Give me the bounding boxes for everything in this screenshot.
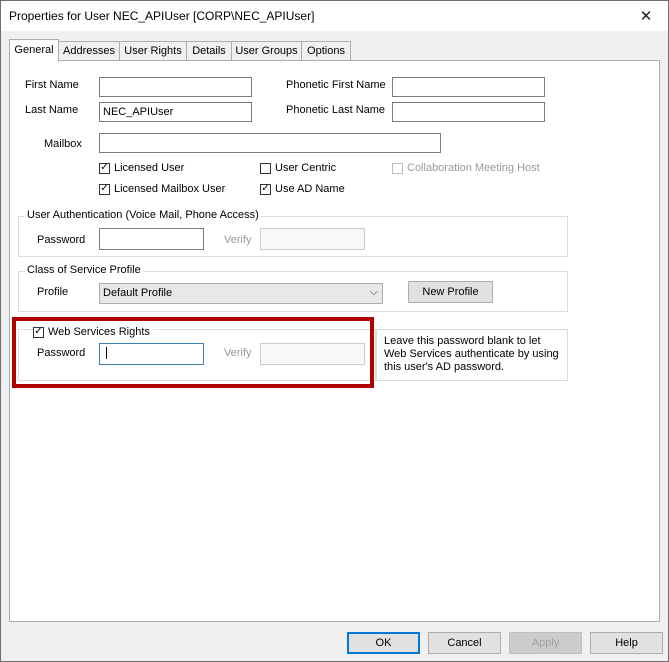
mailbox-field[interactable] bbox=[99, 133, 441, 153]
ok-button[interactable]: OK bbox=[347, 632, 420, 654]
class-of-service-title: Class of Service Profile bbox=[25, 264, 143, 276]
first-name-label: First Name bbox=[25, 79, 79, 91]
tab-general[interactable]: General bbox=[9, 39, 59, 62]
check-icon: ✓ bbox=[99, 183, 110, 195]
text-caret bbox=[106, 347, 107, 360]
licensed-mailbox-user-label: Licensed Mailbox User bbox=[114, 183, 226, 195]
licensed-mailbox-user-checkbox[interactable]: ✓ Licensed Mailbox User bbox=[99, 183, 225, 195]
web-services-password-field[interactable] bbox=[99, 343, 204, 365]
web-services-rights-checkbox[interactable]: ✓ Web Services Rights bbox=[33, 326, 153, 338]
title-bar: Properties for User NEC_APIUser [CORP\NE… bbox=[1, 1, 668, 31]
check-icon: ✓ bbox=[99, 162, 110, 174]
web-services-note: Leave this password blank to let Web Ser… bbox=[376, 329, 568, 381]
tab-options[interactable]: Options bbox=[301, 41, 351, 60]
user-centric-checkbox[interactable]: User Centric bbox=[260, 162, 336, 174]
close-icon[interactable]: ✕ bbox=[624, 1, 668, 31]
last-name-field[interactable]: NEC_APIUser bbox=[99, 102, 252, 122]
cancel-button[interactable]: Cancel bbox=[428, 632, 501, 654]
user-auth-password-field[interactable] bbox=[99, 228, 204, 250]
web-services-password-label: Password bbox=[37, 347, 86, 359]
mailbox-label: Mailbox bbox=[44, 138, 82, 150]
check-icon: ✓ bbox=[33, 326, 44, 338]
tab-user-groups[interactable]: User Groups bbox=[231, 41, 302, 60]
phonetic-first-name-field[interactable] bbox=[392, 77, 545, 97]
tab-details[interactable]: Details bbox=[186, 41, 232, 60]
general-panel: First Name Phonetic First Name Last Name… bbox=[9, 60, 660, 622]
user-auth-verify-field[interactable] bbox=[260, 228, 365, 250]
phonetic-first-name-label: Phonetic First Name bbox=[286, 79, 386, 91]
collaboration-meeting-host-label: Collaboration Meeting Host bbox=[407, 162, 540, 174]
chevron-down-icon: ⌵ bbox=[369, 286, 378, 298]
use-ad-name-label: Use AD Name bbox=[275, 183, 345, 195]
user-auth-verify-label: Verify bbox=[224, 234, 252, 246]
licensed-user-checkbox[interactable]: ✓ Licensed User bbox=[99, 162, 184, 174]
apply-button[interactable]: Apply bbox=[509, 632, 582, 654]
use-ad-name-checkbox[interactable]: ✓ Use AD Name bbox=[260, 183, 345, 195]
last-name-label: Last Name bbox=[25, 104, 79, 116]
user-authentication-title: User Authentication (Voice Mail, Phone A… bbox=[25, 209, 261, 221]
window-title: Properties for User NEC_APIUser [CORP\NE… bbox=[9, 9, 315, 23]
web-services-verify-label: Verify bbox=[224, 347, 252, 359]
collaboration-meeting-host-checkbox[interactable]: Collaboration Meeting Host bbox=[392, 162, 540, 174]
checkbox-empty-icon bbox=[392, 162, 403, 174]
profile-dropdown[interactable]: Default Profile ⌵ bbox=[99, 283, 383, 304]
web-services-verify-field[interactable] bbox=[260, 343, 365, 365]
new-profile-button[interactable]: New Profile bbox=[408, 281, 493, 303]
first-name-field[interactable] bbox=[99, 77, 252, 97]
tab-user-rights[interactable]: User Rights bbox=[119, 41, 187, 60]
properties-dialog: Properties for User NEC_APIUser [CORP\NE… bbox=[0, 0, 669, 662]
profile-label: Profile bbox=[37, 286, 69, 298]
tab-addresses[interactable]: Addresses bbox=[58, 41, 120, 60]
user-auth-password-label: Password bbox=[37, 234, 86, 246]
phonetic-last-name-label: Phonetic Last Name bbox=[286, 104, 386, 116]
web-services-rights-label: Web Services Rights bbox=[48, 326, 150, 338]
phonetic-last-name-field[interactable] bbox=[392, 102, 545, 122]
profile-dropdown-value: Default Profile bbox=[103, 287, 173, 299]
help-button[interactable]: Help bbox=[590, 632, 663, 654]
check-icon: ✓ bbox=[260, 183, 271, 195]
checkbox-empty-icon bbox=[260, 162, 271, 174]
user-centric-label: User Centric bbox=[275, 162, 337, 174]
licensed-user-label: Licensed User bbox=[114, 162, 185, 174]
